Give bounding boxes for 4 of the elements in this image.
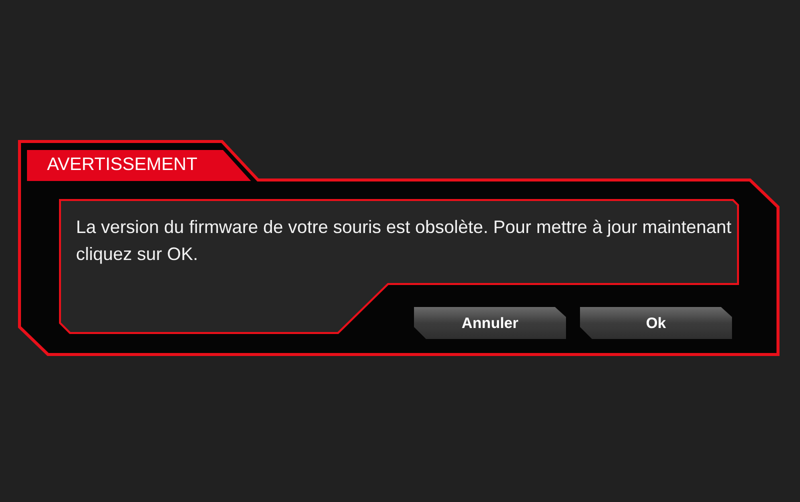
dialog-title: AVERTISSEMENT	[27, 150, 251, 181]
cancel-button[interactable]: Annuler	[414, 307, 566, 339]
message-text: La version du firmware de votre souris est obsolète. Pour mettre à jour maintenant cliquez sur OK.	[76, 216, 732, 266]
ok-button[interactable]: Ok	[580, 307, 732, 339]
